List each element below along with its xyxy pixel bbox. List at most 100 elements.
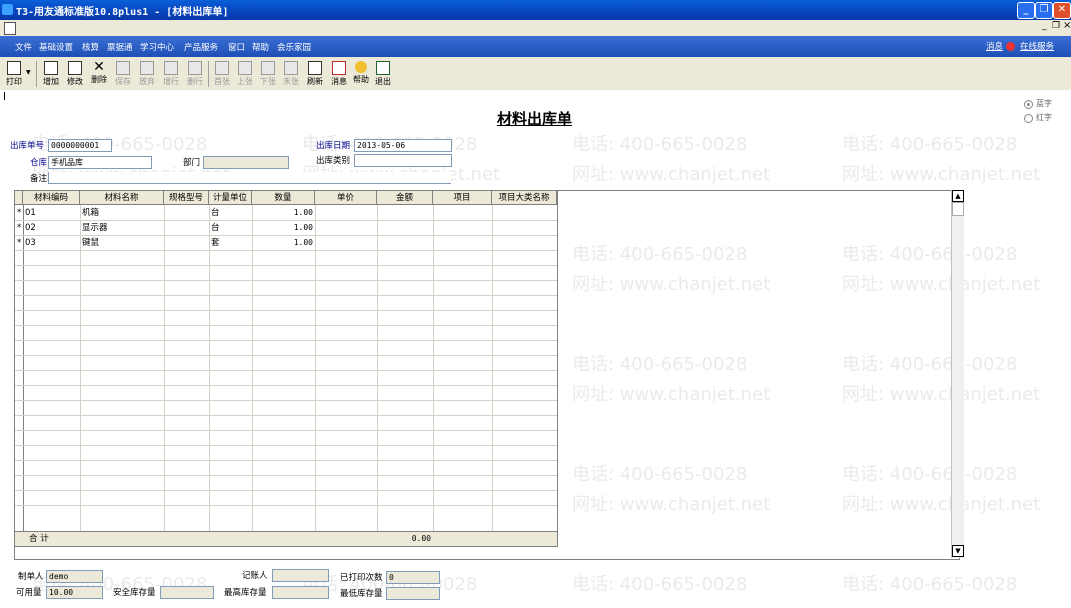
window-title-bar[interactable]: T3-用友通标准版10.8plus1 - [材料出库单] _ ❐ ✕ xyxy=(0,0,1071,20)
add-button[interactable]: 增加 xyxy=(41,60,61,88)
last-button[interactable]: 末张 xyxy=(281,60,301,88)
grid-col-line xyxy=(164,205,165,531)
dept-field[interactable] xyxy=(203,156,289,169)
sum-label: 合 计 xyxy=(29,534,49,544)
scroll-down-button[interactable]: ▼ xyxy=(952,545,964,557)
mdi-close-button[interactable]: × xyxy=(1063,20,1071,31)
next-icon xyxy=(261,61,275,75)
outbound-type-label: 出库类别 xyxy=(316,156,351,166)
column-header-price[interactable]: 单价 xyxy=(315,191,377,205)
message-link[interactable]: 消息 xyxy=(986,40,1003,52)
column-header-project[interactable]: 项目 xyxy=(433,191,492,205)
maker-label: 制单人 xyxy=(18,572,44,582)
menu-product-service[interactable]: 产品服务 xyxy=(184,41,218,53)
red-radio-label: 红字 xyxy=(1036,113,1052,122)
menu-learning[interactable]: 学习中心 xyxy=(140,41,174,53)
outbound-type-field[interactable] xyxy=(354,154,452,167)
menu-file[interactable]: 文件 xyxy=(15,41,32,53)
printed-count-field[interactable]: 0 xyxy=(386,571,440,584)
scroll-up-button[interactable]: ▲ xyxy=(952,190,964,202)
help-icon xyxy=(355,61,367,73)
available-qty-field[interactable]: 10.00 xyxy=(46,586,103,599)
save-icon xyxy=(116,61,130,75)
refresh-button[interactable]: 刷新 xyxy=(305,60,325,88)
first-button[interactable]: 首张 xyxy=(212,60,232,88)
discard-button[interactable]: 放弃 xyxy=(137,60,157,88)
message-button[interactable]: 消息 xyxy=(329,60,349,88)
edit-button[interactable]: 修改 xyxy=(65,60,85,88)
maker-field[interactable]: demo xyxy=(46,570,103,583)
last-icon xyxy=(284,61,298,75)
menu-bills[interactable]: 票据通 xyxy=(107,41,133,53)
grid-col-line xyxy=(315,205,316,531)
column-header-amount[interactable]: 金额 xyxy=(377,191,433,205)
print-button[interactable]: 打印 xyxy=(4,60,24,88)
grid-vertical-scrollbar[interactable]: ▲ ▼ xyxy=(951,190,964,558)
close-button[interactable]: ✕ xyxy=(1053,2,1071,19)
menu-club[interactable]: 会乐家园 xyxy=(277,41,311,53)
remark-label: 备注 xyxy=(30,174,48,184)
grid-col-line xyxy=(492,205,493,531)
column-header-unit[interactable]: 计量单位 xyxy=(209,191,252,205)
available-qty-label: 可用量 xyxy=(16,588,42,598)
row-header-corner xyxy=(15,191,23,205)
delete-button[interactable]: ✕ 删除 xyxy=(89,60,109,88)
column-header-spec[interactable]: 规格型号 xyxy=(164,191,209,205)
prev-button[interactable]: 上张 xyxy=(235,60,255,88)
menu-window[interactable]: 窗口 xyxy=(228,41,245,53)
form-edge-marker xyxy=(4,92,5,100)
max-stock-field[interactable] xyxy=(272,586,329,599)
menu-accounting[interactable]: 核算 xyxy=(82,41,99,53)
grid-col-line xyxy=(377,205,378,531)
exit-button[interactable]: 退出 xyxy=(373,60,393,88)
online-service-link[interactable]: 在线服务 xyxy=(1020,40,1054,52)
window-title: T3-用友通标准版10.8plus1 - [材料出库单] xyxy=(16,7,229,18)
printer-icon xyxy=(7,61,21,75)
menu-help[interactable]: 帮助 xyxy=(252,41,269,53)
remark-field[interactable] xyxy=(48,172,451,184)
detail-grid[interactable]: 材料编码 材料名称 规格型号 计量单位 数量 单价 金额 项目 项目大类名称 *… xyxy=(14,190,558,547)
warehouse-field[interactable]: 手机品库 xyxy=(48,156,152,169)
doc-no-field[interactable]: 0000000001 xyxy=(48,139,112,152)
app-icon xyxy=(2,4,13,15)
add-row-icon xyxy=(164,61,178,75)
blue-radio-label: 蓝字 xyxy=(1036,99,1052,108)
scroll-thumb[interactable] xyxy=(952,202,964,216)
toolbar-separator xyxy=(208,61,209,87)
safety-stock-field[interactable] xyxy=(160,586,214,599)
bookkeeper-field[interactable] xyxy=(272,569,329,582)
safety-stock-label: 安全库存量 xyxy=(113,588,156,598)
max-stock-label: 最高库存量 xyxy=(224,588,267,598)
help-button[interactable]: 帮助 xyxy=(351,60,371,88)
date-field[interactable]: 2013-05-06 xyxy=(354,139,452,152)
menu-basic-settings[interactable]: 基础设置 xyxy=(39,41,73,53)
warehouse-label: 仓库 xyxy=(30,158,48,168)
column-header-qty[interactable]: 数量 xyxy=(252,191,315,205)
delete-row-button[interactable]: 删行 xyxy=(185,60,205,88)
online-service-icon xyxy=(1006,42,1015,51)
printed-count-label: 已打印次数 xyxy=(340,573,383,583)
toolbar: 打印 ▼ 增加 修改 ✕ 删除 保存 放弃 增行 删行 首张 上张 下张 末张 … xyxy=(0,57,1071,91)
min-stock-field[interactable] xyxy=(386,587,440,600)
blue-radio[interactable] xyxy=(1024,100,1033,109)
print-dropdown-icon[interactable]: ▼ xyxy=(26,69,31,76)
column-header-code[interactable]: 材料编码 xyxy=(23,191,80,205)
bookkeeper-label: 记账人 xyxy=(242,571,268,581)
date-label: 出库日期 xyxy=(316,141,351,151)
maximize-button[interactable]: ❐ xyxy=(1035,2,1053,19)
add-icon xyxy=(44,61,58,75)
mdi-restore-button[interactable]: ❐ xyxy=(1052,21,1060,31)
mdi-minimize-button[interactable]: _ xyxy=(1042,21,1047,31)
next-button[interactable]: 下张 xyxy=(258,60,278,88)
column-header-name[interactable]: 材料名称 xyxy=(80,191,164,205)
prev-icon xyxy=(238,61,252,75)
save-button[interactable]: 保存 xyxy=(113,60,133,88)
message-icon xyxy=(332,61,346,75)
minimize-button[interactable]: _ xyxy=(1017,2,1035,19)
red-radio[interactable] xyxy=(1024,114,1033,123)
grid-col-line xyxy=(433,205,434,531)
column-header-category[interactable]: 项目大类名称 xyxy=(492,191,557,205)
grid-col-line xyxy=(80,205,81,531)
add-row-button[interactable]: 增行 xyxy=(161,60,181,88)
min-stock-label: 最低库存量 xyxy=(340,589,383,599)
